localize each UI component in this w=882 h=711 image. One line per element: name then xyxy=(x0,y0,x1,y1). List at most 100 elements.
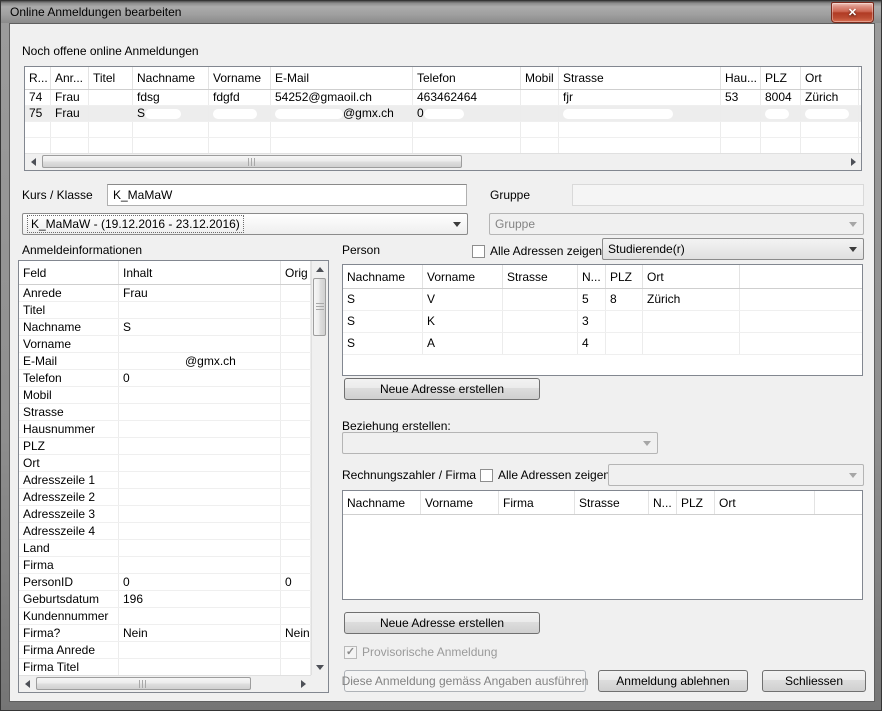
column-header[interactable]: PLZ xyxy=(677,491,715,514)
billing-address-table[interactable]: NachnameVornameFirmaStrasseN...PLZOrt xyxy=(342,490,863,600)
person-label: Person xyxy=(342,243,380,257)
table-cell: 463462464 xyxy=(413,90,521,105)
table-cell: Land xyxy=(19,540,119,556)
table-row[interactable]: Ort xyxy=(19,455,311,472)
checkbox-box[interactable] xyxy=(480,469,493,482)
table-row[interactable]: 75FrauS@gmx.ch0 xyxy=(25,106,861,122)
horizontal-scrollbar[interactable] xyxy=(25,153,861,170)
table-cell: Vorname xyxy=(19,336,119,352)
scroll-left-button[interactable] xyxy=(25,154,41,170)
close-button[interactable]: ✕ xyxy=(831,2,874,23)
table-row[interactable]: Adresszeile 2 xyxy=(19,489,311,506)
person-type-dropdown[interactable]: Studierende(r) xyxy=(602,238,864,260)
chevron-down-icon xyxy=(453,222,461,227)
table-row[interactable]: Geburtsdatum196 xyxy=(19,591,311,608)
table-row[interactable]: NachnameS xyxy=(19,319,311,336)
column-header[interactable]: R... xyxy=(25,67,51,89)
column-header[interactable]: Nachname xyxy=(343,491,421,514)
person-show-all-checkbox[interactable]: Alle Adressen zeigen xyxy=(472,244,602,258)
table-row[interactable]: Firma Anrede xyxy=(19,642,311,659)
scroll-right-button[interactable] xyxy=(845,154,861,170)
column-header[interactable]: Nachname xyxy=(133,67,209,89)
table-row[interactable]: Land xyxy=(19,540,311,557)
column-header[interactable]: Firma xyxy=(499,491,575,514)
column-header[interactable]: Ort xyxy=(643,265,740,288)
scrollbar-thumb[interactable] xyxy=(313,278,326,336)
table-row[interactable]: AnredeFrau xyxy=(19,285,311,302)
column-header[interactable]: Mobil xyxy=(521,67,559,89)
table-row[interactable]: 74Fraufdsgfdgfd54252@gmaoil.ch463462464f… xyxy=(25,90,861,106)
reject-registration-button[interactable]: Anmeldung ablehnen xyxy=(598,670,748,692)
vertical-scrollbar[interactable] xyxy=(311,261,328,675)
scroll-up-button[interactable] xyxy=(312,261,328,277)
table-row[interactable]: E-Mail@gmx.ch xyxy=(19,353,311,370)
scroll-left-button[interactable] xyxy=(19,676,35,692)
column-header[interactable]: Nachname xyxy=(343,265,423,288)
column-header[interactable]: Ort xyxy=(801,67,859,89)
table-row[interactable]: Firma?NeinNein xyxy=(19,625,311,642)
table-row[interactable]: SV58Zürich xyxy=(343,289,862,311)
table-row[interactable]: Firma xyxy=(19,557,311,574)
column-header[interactable]: Vorname xyxy=(423,265,503,288)
scroll-right-button[interactable] xyxy=(295,676,311,692)
column-header[interactable]: Anr... xyxy=(51,67,89,89)
column-header[interactable]: Ort xyxy=(715,491,815,514)
column-header[interactable]: Inhalt xyxy=(119,261,281,284)
column-header[interactable]: N... xyxy=(578,265,606,288)
course-session-dropdown[interactable]: K_MaMaW - (19.12.2016 - 23.12.2016) xyxy=(22,213,468,235)
column-header[interactable]: Vorname xyxy=(209,67,271,89)
billing-new-address-button[interactable]: Neue Adresse erstellen xyxy=(344,612,540,634)
titlebar[interactable]: Online Anmeldungen bearbeiten ✕ xyxy=(1,1,881,23)
table-cell: Adresszeile 2 xyxy=(19,489,119,505)
column-header[interactable]: PLZ xyxy=(606,265,643,288)
table-row[interactable]: Firma Titel xyxy=(19,659,311,675)
redacted-text xyxy=(123,442,151,452)
registration-info-table[interactable]: FeldInhaltOrigAnredeFrauTitelNachnameSVo… xyxy=(18,260,329,693)
column-header[interactable]: Feld xyxy=(19,261,119,284)
table-cell: 0 xyxy=(119,574,281,590)
column-header[interactable]: Titel xyxy=(89,67,133,89)
table-row[interactable]: Strasse xyxy=(19,404,311,421)
table-row[interactable]: Telefon0 xyxy=(19,370,311,387)
column-header[interactable]: Strasse xyxy=(575,491,649,514)
column-header[interactable]: Strasse xyxy=(559,67,721,89)
table-row[interactable]: Hausnummer xyxy=(19,421,311,438)
window-title: Online Anmeldungen bearbeiten xyxy=(10,5,181,19)
scroll-down-button[interactable] xyxy=(312,659,328,675)
scrollbar-thumb[interactable] xyxy=(36,677,251,690)
table-row[interactable]: Mobil xyxy=(19,387,311,404)
table-row[interactable]: Kundennummer xyxy=(19,608,311,625)
table-row[interactable]: Vorname xyxy=(19,336,311,353)
horizontal-scrollbar[interactable] xyxy=(19,675,311,692)
scrollbar-track[interactable] xyxy=(41,154,845,170)
person-address-table[interactable]: NachnameVornameStrasseN...PLZOrtSV58Züri… xyxy=(342,264,863,376)
column-header[interactable]: Hau... xyxy=(721,67,761,89)
scrollbar-track[interactable] xyxy=(312,277,328,659)
table-row[interactable]: Adresszeile 1 xyxy=(19,472,311,489)
column-header[interactable]: Strasse xyxy=(503,265,578,288)
table-row[interactable]: SK3 xyxy=(343,311,862,333)
course-input[interactable]: K_MaMaW xyxy=(107,184,467,206)
column-header[interactable]: E-Mail xyxy=(271,67,413,89)
table-row[interactable]: Adresszeile 4 xyxy=(19,523,311,540)
scrollbar-track[interactable] xyxy=(35,676,295,692)
column-header[interactable]: PLZ xyxy=(761,67,801,89)
table-row[interactable]: Titel xyxy=(19,302,311,319)
open-registrations-table[interactable]: R...Anr...TitelNachnameVornameE-MailTele… xyxy=(24,66,862,171)
close-dialog-button[interactable]: Schliessen xyxy=(762,670,866,692)
table-row[interactable]: PLZ xyxy=(19,438,311,455)
billing-show-all-checkbox[interactable]: Alle Adressen zeigen xyxy=(480,468,610,482)
table-row-empty xyxy=(343,355,862,375)
scrollbar-thumb[interactable] xyxy=(42,155,462,168)
column-header[interactable]: Vorname xyxy=(421,491,499,514)
column-header[interactable]: N... xyxy=(649,491,677,514)
table-row[interactable]: SA4 xyxy=(343,333,862,355)
table-cell xyxy=(271,138,413,153)
table-row[interactable]: PersonID00 xyxy=(19,574,311,591)
column-header[interactable]: Orig xyxy=(281,261,311,284)
checkbox-box[interactable] xyxy=(472,245,485,258)
table-cell xyxy=(133,138,209,153)
person-new-address-button[interactable]: Neue Adresse erstellen xyxy=(344,378,540,400)
column-header[interactable]: Telefon xyxy=(413,67,521,89)
table-row[interactable]: Adresszeile 3 xyxy=(19,506,311,523)
